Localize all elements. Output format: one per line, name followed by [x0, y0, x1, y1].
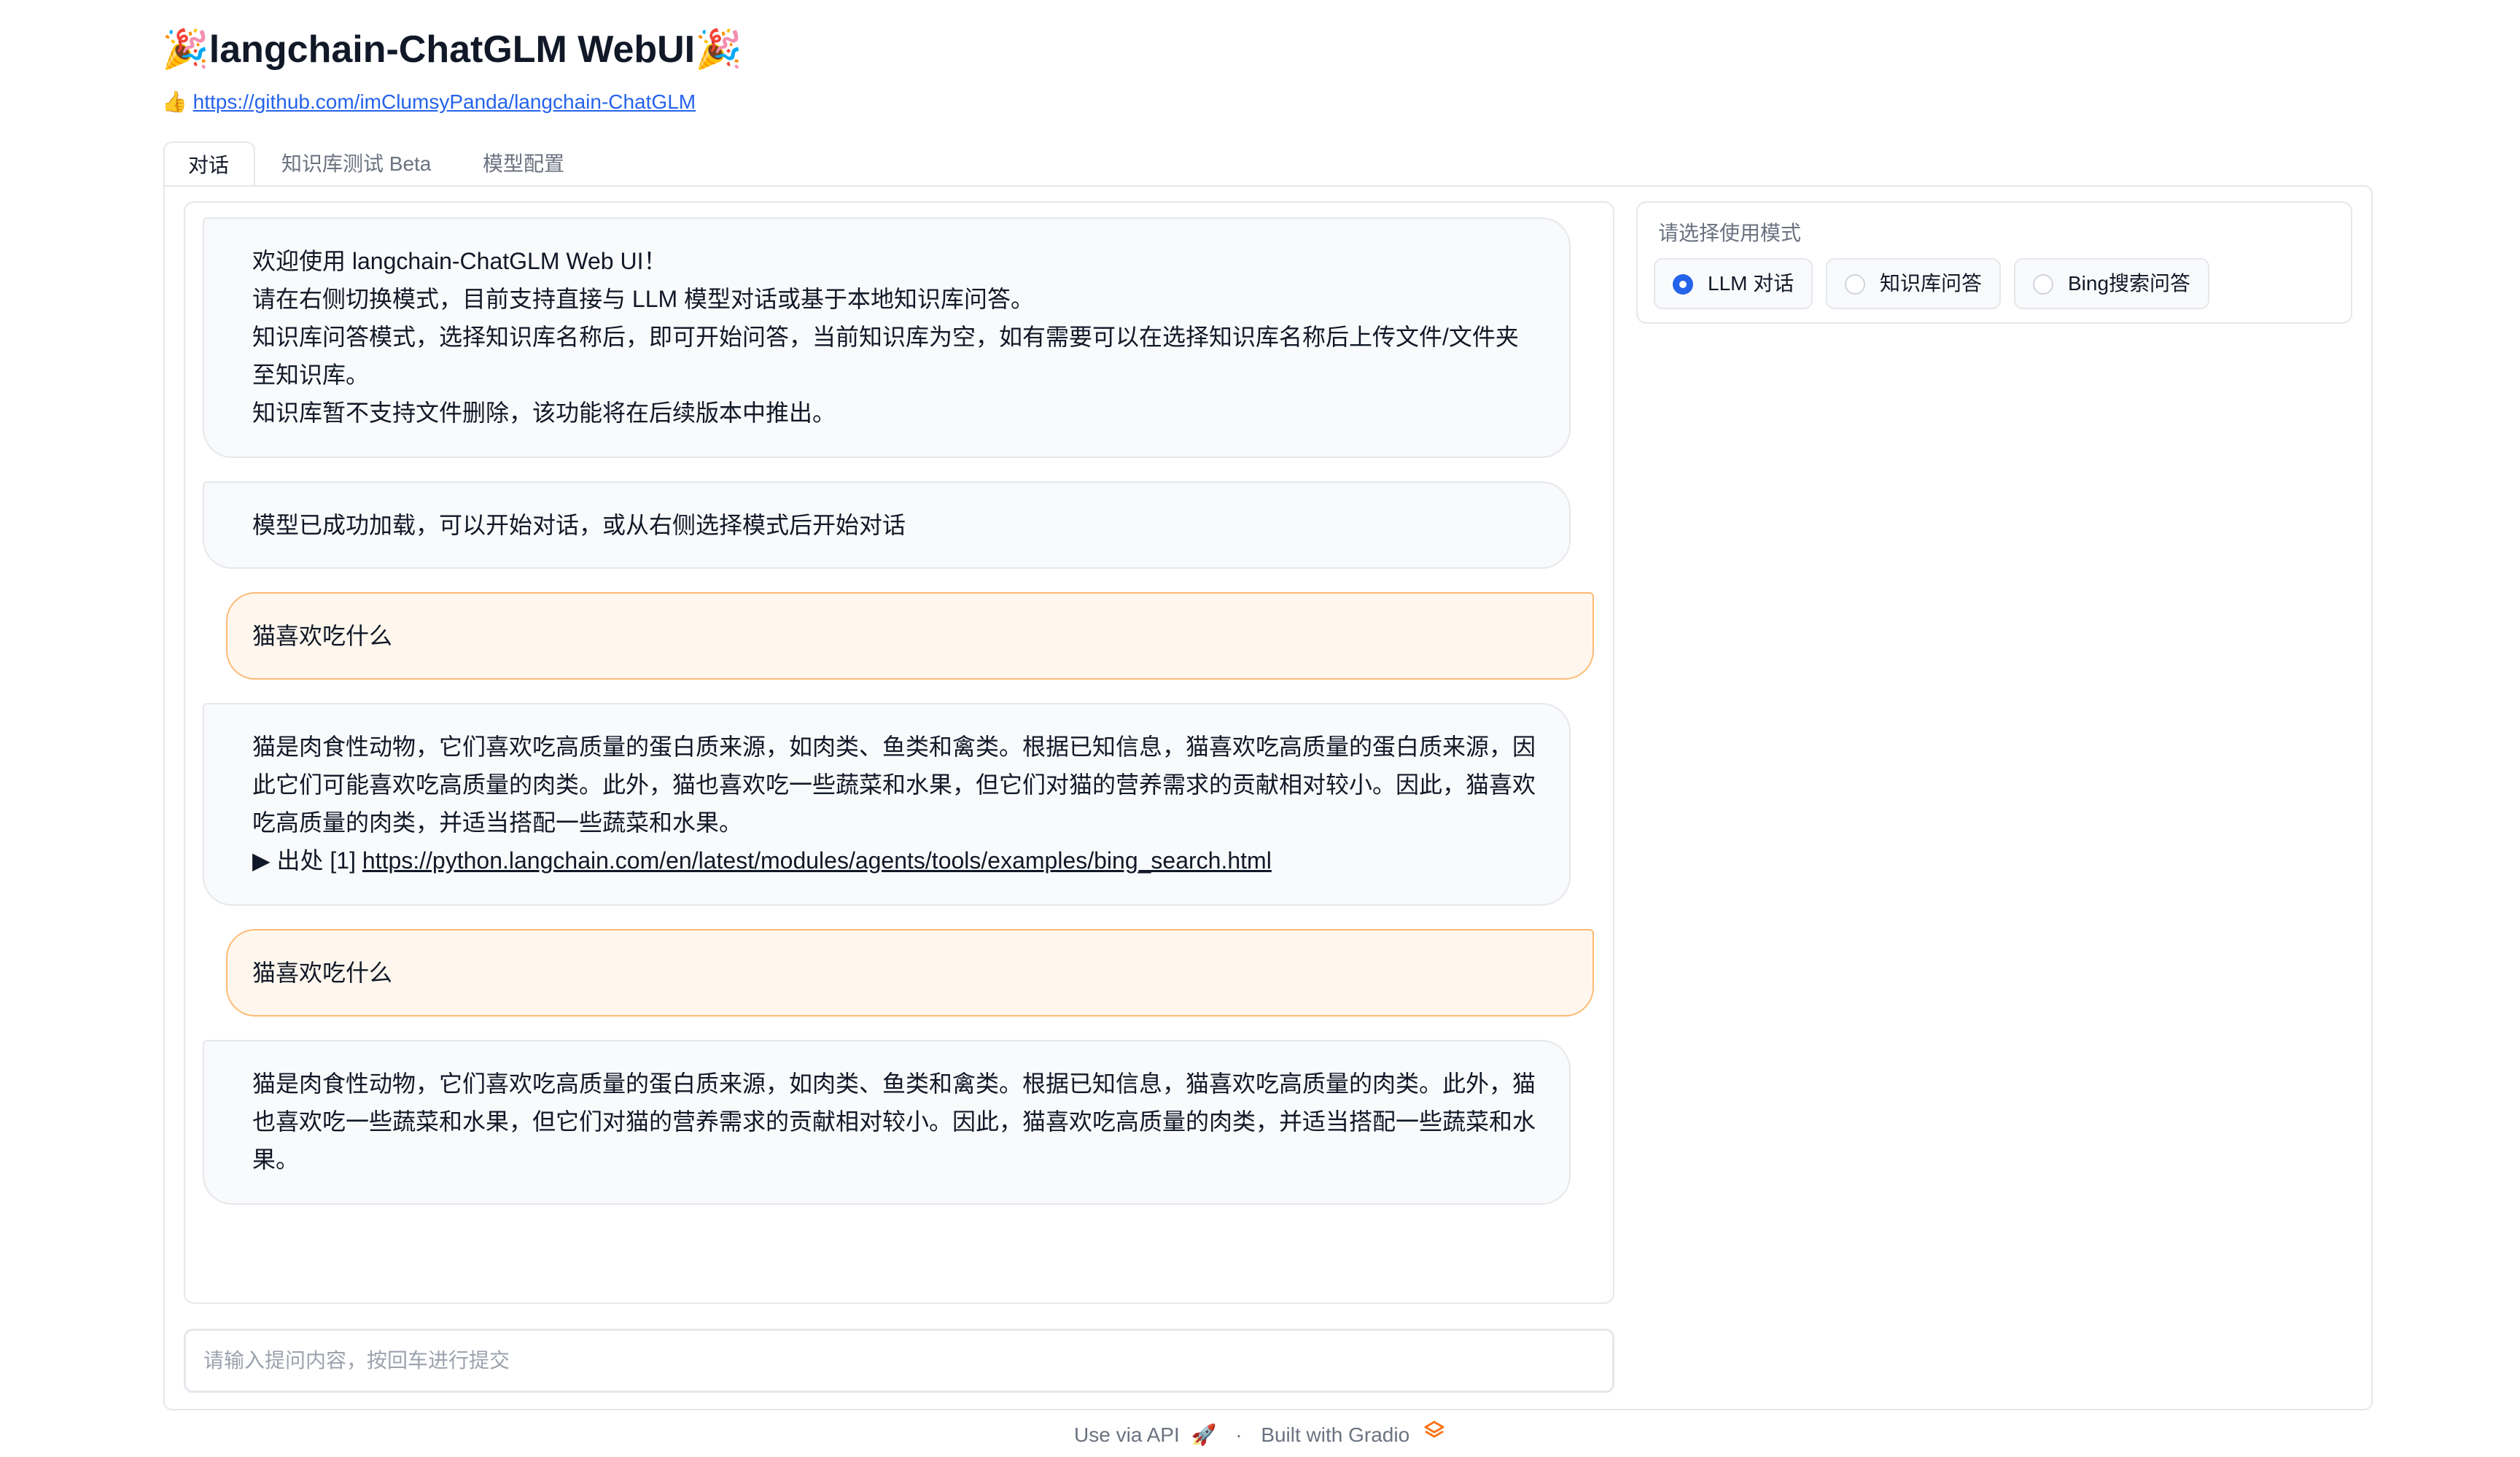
bot-message: 模型已成功加载，可以开始对话，或从右侧选择模式后开始对话 [203, 481, 1571, 569]
bot-message: 猫是肉食性动物，它们喜欢吃高质量的蛋白质来源，如肉类、鱼类和禽类。根据已知信息，… [203, 703, 1571, 906]
mode-option-bing[interactable]: Bing搜索问答 [2014, 258, 2210, 309]
repo-link[interactable]: https://github.com/imClumsyPanda/langcha… [193, 90, 696, 113]
mode-selector: 请选择使用模式 LLM 对话 知识库问答 Bing搜索问答 [1636, 201, 2352, 324]
party-popper-icon: 🎉 [162, 28, 209, 71]
tab-knowledge-test[interactable]: 知识库测试 Beta [281, 141, 431, 187]
source-disclosure[interactable]: ▶ 出处 [1] https://python.langchain.com/en… [252, 842, 1543, 879]
question-input[interactable]: 请输入提问内容，按回车进行提交 [184, 1329, 1614, 1393]
mode-option-knowledge[interactable]: 知识库问答 [1826, 258, 2002, 309]
page-title: 🎉langchain-ChatGLM WebUI🎉 [162, 22, 742, 77]
radio-unchecked-icon [1845, 274, 1865, 295]
source-link[interactable]: https://python.langchain.com/en/latest/m… [362, 847, 1272, 874]
built-with-gradio-link[interactable]: Built with Gradio [1261, 1421, 1409, 1450]
mode-option-llm[interactable]: LLM 对话 [1654, 258, 1813, 309]
mode-label: 请选择使用模式 [1658, 222, 1802, 244]
user-message: 猫喜欢吃什么 [226, 592, 1594, 680]
tab-chat[interactable]: 对话 [163, 141, 255, 187]
rocket-icon: 🚀 [1191, 1423, 1217, 1446]
party-popper-icon: 🎉 [695, 28, 742, 71]
bot-message: 欢迎使用 langchain-ChatGLM Web UI！ 请在右侧切换模式，… [203, 217, 1571, 458]
use-via-api-link[interactable]: Use via API [1074, 1421, 1180, 1450]
footer: Use via API 🚀 · Built with Gradio [0, 1419, 2520, 1450]
repo-line: 👍 https://github.com/imClumsyPanda/langc… [162, 89, 696, 115]
tab-model-config[interactable]: 模型配置 [483, 141, 564, 187]
chatbot[interactable]: 欢迎使用 langchain-ChatGLM Web UI！ 请在右侧切换模式，… [184, 201, 1614, 1304]
title-text: langchain-ChatGLM WebUI [209, 28, 696, 71]
radio-unchecked-icon [2033, 274, 2053, 295]
radio-checked-icon [1673, 274, 1693, 295]
footer-separator: · [1235, 1423, 1242, 1446]
thumbs-up-icon: 👍 [162, 90, 187, 113]
user-message: 猫喜欢吃什么 [226, 929, 1594, 1017]
bot-message: 猫是肉食性动物，它们喜欢吃高质量的蛋白质来源，如肉类、鱼类和禽类。根据已知信息，… [203, 1040, 1571, 1205]
gradio-logo-icon [1423, 1419, 1446, 1450]
